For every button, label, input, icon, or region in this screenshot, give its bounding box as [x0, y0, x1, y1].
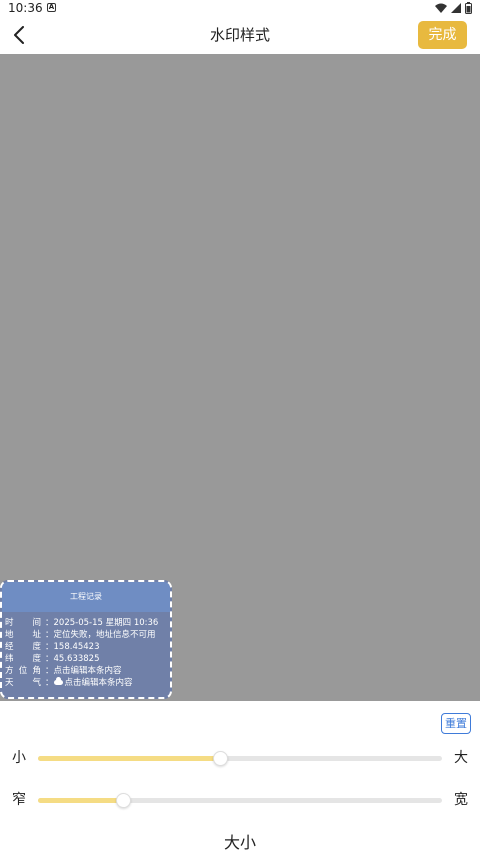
size-max-label: 大 [454, 750, 468, 766]
watermark-row-latitude: 纬度 ： 45.633825 [5, 653, 170, 665]
tab-size[interactable]: 大小 [0, 830, 480, 856]
row-value: 158.45423 [53, 642, 100, 652]
row-label: 时间 [5, 618, 41, 628]
watermark-preview-area: 工程记录 时间 ： 2025-05-15 星期四 10:36 地址 ： 定位失败，地… [0, 54, 480, 701]
row-value: 点击编辑本条内容 [53, 677, 170, 689]
row-label: 经度 [5, 642, 41, 652]
colon: ： [45, 630, 54, 640]
status-icons [435, 2, 472, 14]
status-bar: 10:36 A [0, 0, 480, 16]
colon: ： [45, 666, 54, 676]
size-slider-thumb[interactable] [212, 751, 228, 766]
done-button[interactable]: 完成 [418, 21, 467, 49]
watermark-row-time: 时间 ： 2025-05-15 星期四 10:36 [5, 617, 170, 629]
row-value: 45.633825 [53, 654, 100, 664]
colon: ： [45, 618, 54, 628]
width-slider-fill [38, 798, 123, 803]
row-value: 点击编辑本条内容 [53, 666, 122, 676]
colon: ： [45, 654, 54, 664]
watermark-row-address: 地址 ： 定位失败，地址信息不可用 [5, 629, 170, 641]
width-min-label: 窄 [12, 792, 26, 808]
size-slider-fill [38, 756, 220, 761]
row-label: 地址 [5, 630, 41, 640]
back-button[interactable] [6, 22, 32, 48]
page-title: 水印样式 [209, 26, 270, 44]
cloud-icon [53, 677, 63, 685]
size-min-label: 小 [12, 750, 26, 766]
notification-a-icon: A [47, 3, 56, 12]
width-slider-thumb[interactable] [115, 793, 131, 808]
width-slider[interactable] [38, 793, 442, 808]
watermark-row-longitude: 经度 ： 158.45423 [5, 641, 170, 653]
status-time: 10:36 [8, 1, 43, 15]
colon: ： [45, 642, 54, 652]
size-slider-row: 小 大 [0, 746, 480, 770]
row-value: 2025-05-15 星期四 10:36 [53, 618, 159, 628]
row-label: 方位角 [5, 666, 41, 676]
signal-icon [451, 3, 461, 13]
row-value: 定位失败，地址信息不可用 [53, 630, 156, 640]
width-max-label: 宽 [454, 792, 468, 808]
watermark-card[interactable]: 工程记录 时间 ： 2025-05-15 星期四 10:36 地址 ： 定位失败，地… [0, 580, 172, 699]
row-label: 天气 [5, 678, 41, 688]
watermark-body: 时间 ： 2025-05-15 星期四 10:36 地址 ： 定位失败，地址信息不可… [2, 612, 170, 689]
chevron-left-icon [14, 26, 24, 44]
row-label: 纬度 [5, 654, 41, 664]
watermark-row-azimuth[interactable]: 方位角 ： 点击编辑本条内容 [5, 665, 170, 677]
battery-icon [465, 2, 472, 14]
width-slider-row: 窄 宽 [0, 788, 480, 812]
watermark-title: 工程记录 [2, 582, 170, 612]
wifi-icon [435, 3, 447, 13]
size-slider[interactable] [38, 751, 442, 766]
reset-button[interactable]: 重置 [441, 713, 471, 734]
app-bar: 水印样式 完成 [0, 16, 480, 54]
colon: ： [45, 678, 54, 688]
watermark-row-weather[interactable]: 天气 ： 点击编辑本条内容 [5, 677, 170, 689]
